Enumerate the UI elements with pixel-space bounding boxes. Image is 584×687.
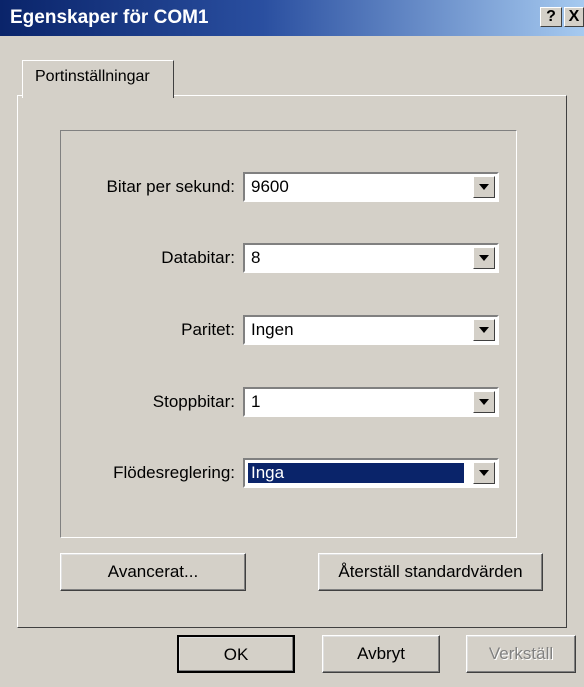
flow-control-select[interactable]: Inga <box>243 458 499 488</box>
parity-select[interactable]: Ingen <box>243 315 499 345</box>
close-icon[interactable]: X <box>564 7 584 27</box>
advanced-button[interactable]: Avancerat... <box>60 553 246 591</box>
chevron-down-icon[interactable] <box>473 176 495 198</box>
data-bits-label: Databitar: <box>161 248 235 267</box>
data-bits-select[interactable]: 8 <box>243 243 499 273</box>
ok-button[interactable]: OK <box>177 635 295 673</box>
chevron-down-icon[interactable] <box>473 247 495 269</box>
apply-button: Verkställ <box>466 635 576 673</box>
bits-per-second-label: Bitar per sekund: <box>106 177 235 196</box>
stop-bits-select[interactable]: 1 <box>243 387 499 417</box>
window-title: Egenskaper för COM1 <box>10 7 209 28</box>
flow-control-label: Flödesreglering: <box>113 463 235 482</box>
cancel-button[interactable]: Avbryt <box>322 635 440 673</box>
parity-value: Ingen <box>251 320 294 339</box>
parity-label: Paritet: <box>181 320 235 339</box>
chevron-down-icon[interactable] <box>473 319 495 341</box>
stop-bits-label: Stoppbitar: <box>152 392 235 411</box>
title-bar: Egenskaper för COM1 ? X <box>0 0 584 36</box>
tab-label: Portinställningar <box>35 68 150 85</box>
restore-defaults-button[interactable]: Återställ standardvärden <box>318 553 543 591</box>
chevron-down-icon[interactable] <box>473 462 495 484</box>
bits-per-second-select[interactable]: 9600 <box>243 172 499 202</box>
stop-bits-value: 1 <box>251 392 261 411</box>
chevron-down-icon[interactable] <box>473 391 495 413</box>
data-bits-value: 8 <box>251 248 261 267</box>
help-icon[interactable]: ? <box>540 7 562 27</box>
tab-port-settings[interactable]: Portinställningar <box>22 60 174 98</box>
bits-per-second-value: 9600 <box>251 177 289 196</box>
flow-control-value: Inga <box>248 463 464 483</box>
